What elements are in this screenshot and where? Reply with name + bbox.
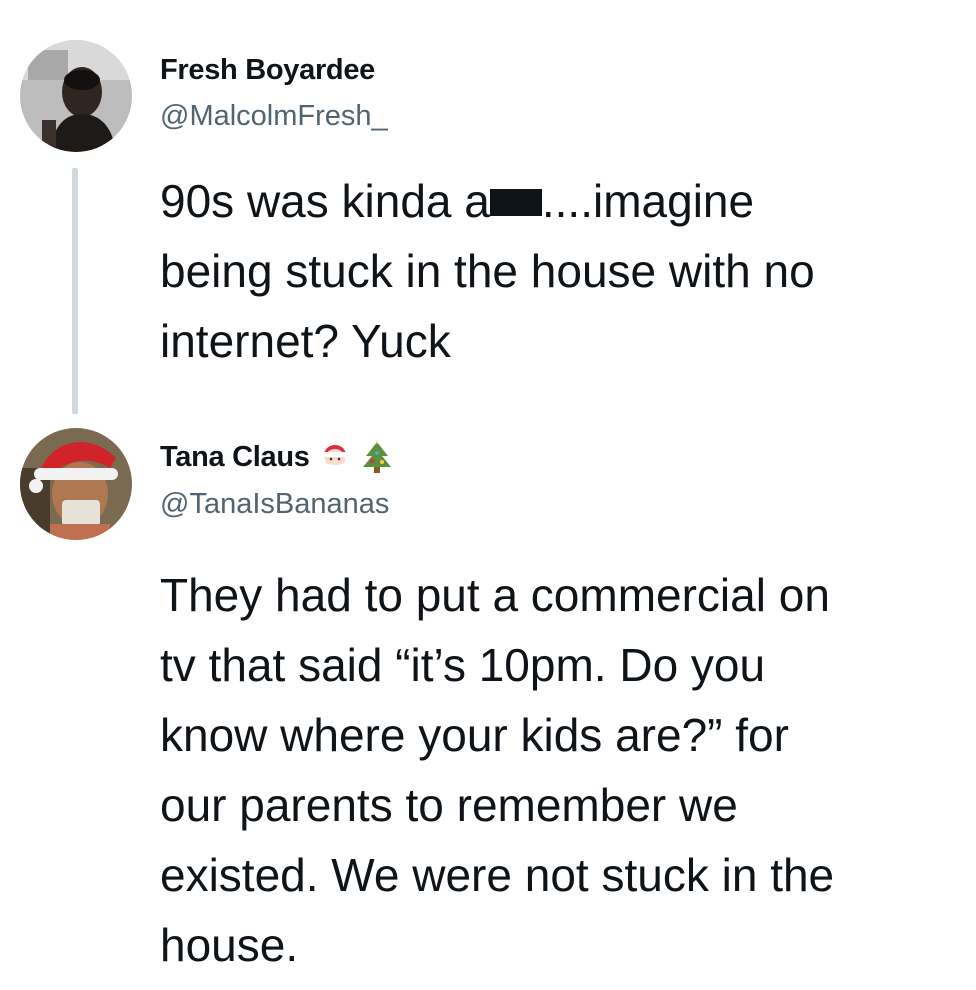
santa-claus-icon (318, 440, 352, 474)
display-name[interactable]: Fresh Boyardee (160, 54, 375, 87)
avatar[interactable] (20, 428, 132, 540)
user-handle[interactable]: @MalcolmFresh_ (160, 100, 388, 133)
redaction-block (489, 189, 542, 216)
tweet-text-start: 90s was kinda a (160, 175, 490, 227)
thread-connector-line (72, 168, 78, 414)
display-name-text: Fresh Boyardee (160, 54, 375, 86)
tweet-text: They had to put a commercial on tv that … (160, 569, 835, 971)
avatar[interactable] (20, 40, 132, 152)
man-selfie-avatar-icon (20, 40, 132, 152)
user-handle[interactable]: @TanaIsBananas (160, 488, 389, 521)
display-name[interactable]: Tana Claus (160, 440, 394, 474)
tweet-thread: Fresh Boyardee @MalcolmFresh_ 90s was ki… (0, 0, 976, 990)
woman-santa-hat-avatar-icon (20, 428, 132, 540)
tweet-text: 90s was kinda a ....imagine being stuck i… (160, 166, 960, 376)
display-name-text: Tana Claus (160, 440, 310, 473)
christmas-tree-icon (360, 440, 394, 474)
